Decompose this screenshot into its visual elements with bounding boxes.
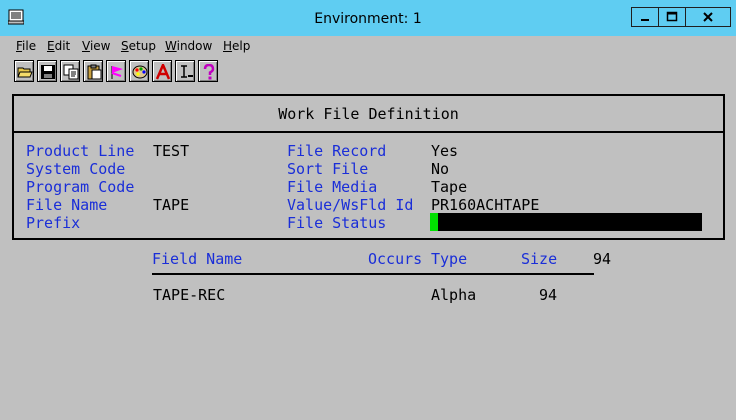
copy-icon (63, 64, 79, 80)
file-status-label: File Status (287, 214, 387, 232)
title-bar: Environment: 1 (0, 0, 736, 36)
prefix-label: Prefix (26, 214, 81, 232)
close-button[interactable] (685, 7, 731, 27)
open-button[interactable] (14, 60, 34, 82)
text-cursor-button[interactable] (175, 60, 195, 82)
maximize-button[interactable] (658, 7, 686, 27)
help-button[interactable] (198, 60, 218, 82)
file-name-label: File Name (26, 196, 108, 214)
field-row-type[interactable]: Alpha (431, 286, 476, 304)
palette-button[interactable] (129, 60, 149, 82)
type-header: Type (431, 250, 468, 268)
field-row-size[interactable]: 94 (539, 286, 557, 304)
maximize-icon (666, 11, 678, 22)
panel-divider (12, 131, 725, 133)
font-button[interactable] (152, 60, 172, 82)
system-code-label: System Code (26, 160, 126, 178)
copy-button[interactable] (60, 60, 80, 82)
menu-help[interactable]: Help (223, 39, 250, 53)
flag-icon (111, 66, 123, 79)
file-media-value[interactable]: Tape (431, 178, 467, 196)
minimize-button[interactable] (631, 7, 659, 27)
close-icon (703, 12, 713, 22)
palette-icon (132, 65, 148, 79)
value-wsfld-id-label: Value/WsFld Id (287, 196, 414, 214)
size-header: Size (521, 250, 558, 268)
help-icon (203, 64, 215, 80)
sort-file-value[interactable]: No (431, 160, 449, 178)
file-record-label: File Record (287, 142, 387, 160)
save-button[interactable] (37, 60, 57, 82)
total-size-value: 94 (593, 250, 612, 268)
product-line-label: Product Line (26, 142, 135, 160)
file-record-value[interactable]: Yes (431, 142, 458, 160)
occurs-header: Occurs (368, 250, 423, 268)
menu-view[interactable]: View (82, 39, 110, 53)
panel-title: Work File Definition (278, 105, 459, 123)
menu-bar: File Edit View Setup Window Help (0, 36, 736, 56)
field-row-name[interactable]: TAPE-REC (153, 286, 225, 304)
open-icon (17, 67, 33, 78)
menu-file[interactable]: File (16, 39, 36, 53)
file-status-field[interactable] (430, 213, 702, 231)
flag-button[interactable] (106, 60, 126, 82)
cursor-text-icon (181, 65, 193, 78)
save-icon (41, 65, 55, 79)
menu-window[interactable]: Window (165, 39, 212, 53)
field-name-header: Field Name (152, 250, 243, 268)
file-status-cursor (430, 213, 439, 231)
window-title: Environment: 1 (314, 11, 422, 27)
font-icon (155, 64, 171, 80)
menu-edit[interactable]: Edit (47, 39, 70, 53)
header-rule (152, 273, 594, 275)
program-code-label: Program Code (26, 178, 135, 196)
menu-setup[interactable]: Setup (121, 39, 156, 53)
file-media-label: File Media (287, 178, 378, 196)
value-wsfld-id-value[interactable]: PR160ACHTAPE (431, 196, 539, 214)
file-name-value[interactable]: TAPE (153, 196, 189, 214)
paste-icon (87, 64, 102, 80)
product-line-value[interactable]: TEST (153, 142, 189, 160)
paste-button[interactable] (83, 60, 103, 82)
sort-file-label: Sort File (287, 160, 369, 178)
minimize-icon (641, 19, 649, 21)
